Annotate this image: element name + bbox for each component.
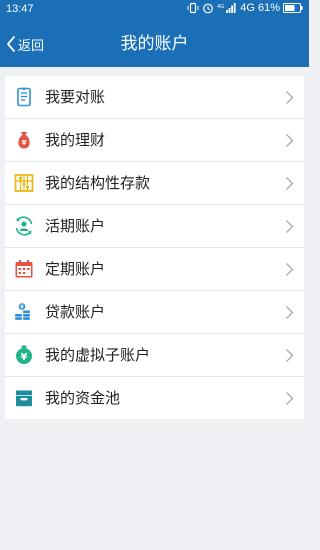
menu-item-wealth[interactable]: ¥ 我的理财 <box>5 119 304 162</box>
svg-text:¥: ¥ <box>21 352 28 363</box>
chevron-right-icon <box>286 263 294 276</box>
chevron-right-icon <box>286 177 294 190</box>
alarm-icon <box>203 3 214 14</box>
chevron-right-icon <box>286 220 294 233</box>
status-bar: 13:47 4G 4G 61% <box>0 0 309 21</box>
person-cycle-icon <box>15 216 33 236</box>
menu-item-loan-account[interactable]: ¥ 贷款账户 <box>5 291 304 334</box>
signal-icon: 4G <box>217 3 236 13</box>
yen-coin-icon: ¥ <box>16 345 32 364</box>
abacus-icon <box>14 174 34 192</box>
chevron-right-icon <box>286 91 294 104</box>
svg-text:4G: 4G <box>217 4 224 10</box>
app-header: 返回 我的账户 <box>0 21 309 67</box>
inbox-box-icon <box>16 390 32 407</box>
coin-stack-icon: ¥ <box>15 303 30 320</box>
status-time: 13:47 <box>6 3 34 15</box>
menu-item-current-account[interactable]: 活期账户 <box>5 205 304 248</box>
menu-item-label: 我的结构性存款 <box>45 174 151 192</box>
chevron-right-icon <box>286 134 294 147</box>
menu-item-structured-deposit[interactable]: 我的结构性存款 <box>5 162 304 205</box>
money-bag-icon: ¥ <box>18 132 30 149</box>
svg-text:¥: ¥ <box>22 139 27 147</box>
chevron-right-icon <box>286 306 294 319</box>
vibrate-icon <box>187 2 199 14</box>
menu-item-label: 活期账户 <box>45 217 106 235</box>
menu-item-reconciliation[interactable]: 我要对账 <box>5 76 304 119</box>
chevron-right-icon <box>286 349 294 362</box>
status-icons: 4G 4G 61% <box>187 2 303 14</box>
menu-item-fixed-account[interactable]: 定期账户 <box>5 248 304 291</box>
account-menu: 我要对账 ¥ 我的理财 我的结构性存款 活期账户 定期账户 ¥ 贷款账户 ¥ 我… <box>5 76 304 419</box>
checklist-icon <box>17 87 31 107</box>
menu-item-label: 我的资金池 <box>45 389 121 407</box>
menu-item-label: 我的虚拟子账户 <box>45 346 151 364</box>
menu-item-label: 定期账户 <box>45 260 106 278</box>
menu-item-label: 我的理财 <box>45 131 106 149</box>
menu-item-label: 贷款账户 <box>45 303 106 321</box>
battery-icon <box>283 3 303 13</box>
chevron-right-icon <box>286 392 294 405</box>
svg-text:¥: ¥ <box>20 305 24 311</box>
menu-item-label: 我要对账 <box>45 88 106 106</box>
calendar-icon <box>15 260 33 278</box>
page-title: 我的账户 <box>120 34 189 54</box>
network-type: 4G <box>240 2 255 14</box>
menu-item-cash-pool[interactable]: 我的资金池 <box>5 377 304 419</box>
menu-item-virtual-subaccount[interactable]: ¥ 我的虚拟子账户 <box>5 334 304 377</box>
battery-percent: 61% <box>257 2 280 14</box>
